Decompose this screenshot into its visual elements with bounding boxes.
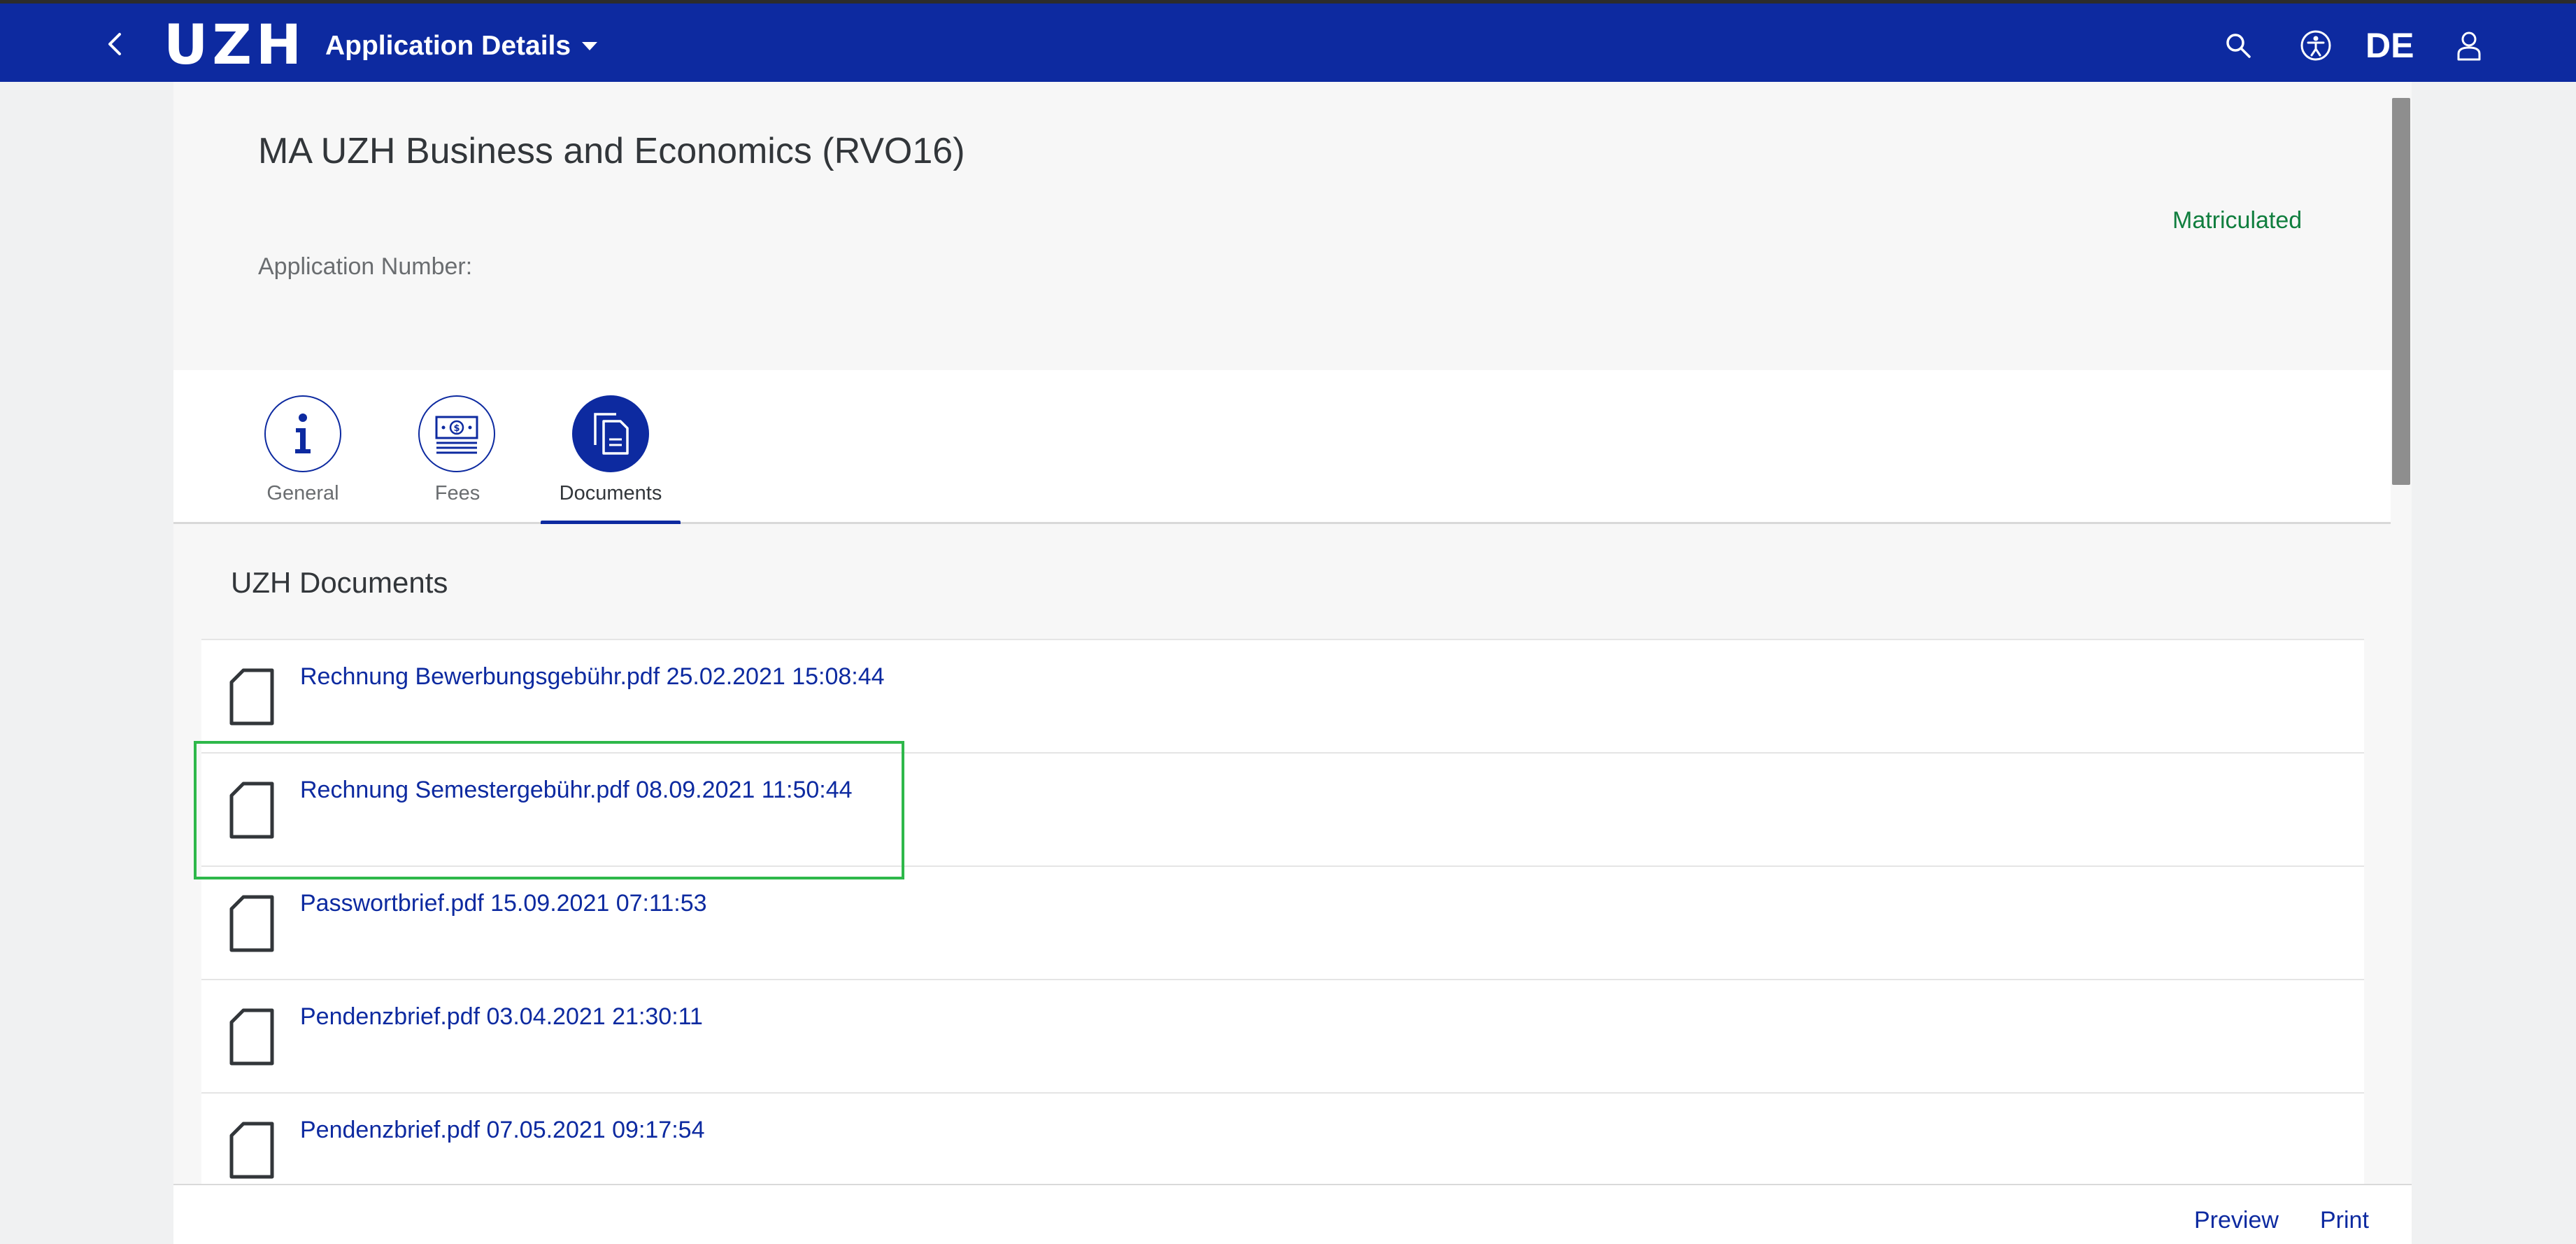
- app-title-menu[interactable]: Application Details: [325, 29, 599, 64]
- caret-down-icon: [582, 42, 598, 50]
- documents-section: UZH Documents Rechnung Bewerbungsgebühr.…: [173, 524, 2391, 1244]
- search-button[interactable]: [2221, 29, 2255, 62]
- scrollbar-thumb[interactable]: [2392, 98, 2410, 485]
- tab-general[interactable]: General: [233, 370, 373, 524]
- tab-documents[interactable]: Documents: [541, 370, 681, 526]
- object-header: MA UZH Business and Economics (RVO16) Ap…: [173, 82, 2391, 370]
- user-profile-button[interactable]: [2452, 29, 2486, 62]
- document-link[interactable]: Passwortbrief.pdf 15.09.2021 07:11:53: [300, 888, 707, 919]
- list-item[interactable]: Passwortbrief.pdf 15.09.2021 07:11:53: [201, 865, 2364, 979]
- chevron-left-icon: [108, 33, 121, 55]
- user-icon: [2457, 31, 2481, 61]
- document-icon: [229, 1008, 274, 1066]
- svg-text:$: $: [453, 423, 460, 434]
- icon-tab-bar: General $ Fees Documents: [173, 370, 2391, 526]
- shell-bar: UZH Application Details DE: [0, 3, 2576, 82]
- status-text: Matriculated: [2172, 207, 2303, 234]
- footer-toolbar: Preview Print: [173, 1184, 2412, 1244]
- preview-button[interactable]: Preview: [2194, 1205, 2279, 1236]
- tab-fees[interactable]: $ Fees: [387, 370, 527, 524]
- section-title: UZH Documents: [231, 566, 448, 599]
- list-item[interactable]: Rechnung Bewerbungsgebühr.pdf 25.02.2021…: [201, 639, 2364, 752]
- search-icon: [2226, 34, 2251, 58]
- tab-label: General: [266, 482, 339, 504]
- document-link[interactable]: Pendenzbrief.pdf 03.04.2021 21:30:11: [300, 1001, 703, 1032]
- document-icon: [229, 1122, 274, 1179]
- language-switch[interactable]: DE: [2365, 24, 2414, 66]
- document-link[interactable]: Rechnung Bewerbungsgebühr.pdf 25.02.2021…: [300, 661, 885, 692]
- print-button[interactable]: Print: [2320, 1205, 2369, 1236]
- page-title: MA UZH Business and Economics (RVO16): [258, 131, 965, 171]
- document-icon: [229, 668, 274, 726]
- tab-label: Fees: [434, 482, 481, 504]
- accessibility-icon: [2300, 30, 2331, 61]
- list-item[interactable]: Pendenzbrief.pdf 03.04.2021 21:30:11: [201, 979, 2364, 1092]
- money-bills-icon: $: [418, 395, 495, 472]
- document-link[interactable]: Pendenzbrief.pdf 07.05.2021 09:17:54: [300, 1115, 704, 1145]
- application-number-label: Application Number:: [258, 253, 473, 280]
- document-list: Rechnung Bewerbungsgebühr.pdf 25.02.2021…: [201, 639, 2364, 1206]
- document-icon: [229, 895, 274, 952]
- accessibility-button[interactable]: [2299, 29, 2333, 62]
- uzh-logo[interactable]: UZH: [164, 15, 306, 76]
- tab-label: Documents: [559, 482, 662, 504]
- object-page: MA UZH Business and Economics (RVO16) Ap…: [173, 82, 2412, 1244]
- app-title: Application Details: [325, 31, 571, 61]
- highlight-box: [194, 741, 904, 879]
- back-button[interactable]: [101, 30, 129, 58]
- documents-icon: [572, 395, 649, 472]
- info-icon: [264, 395, 341, 472]
